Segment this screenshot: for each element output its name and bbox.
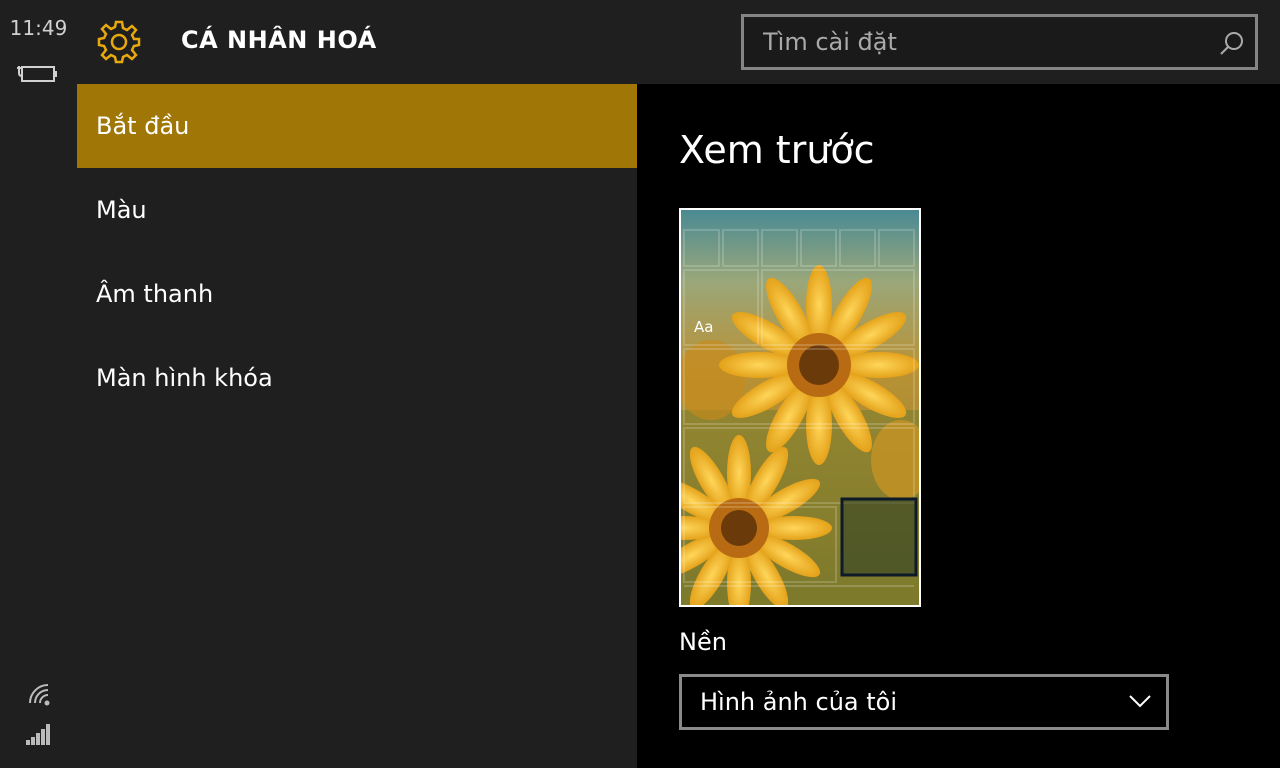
sidebar-item-sounds[interactable]: Âm thanh bbox=[77, 252, 637, 336]
battery-charging-icon bbox=[16, 63, 58, 89]
preview-tile-text: Aa bbox=[694, 318, 714, 336]
page-title: CÁ NHÂN HOÁ bbox=[181, 26, 377, 54]
chevron-down-icon bbox=[1128, 693, 1152, 713]
clock: 11:49 bbox=[9, 16, 68, 40]
cellular-signal-icon bbox=[25, 722, 53, 750]
status-bar: 11:49 bbox=[0, 0, 77, 768]
sidebar-nav: Bắt đầu Màu Âm thanh Màn hình khóa bbox=[77, 84, 637, 768]
sidebar-item-colors[interactable]: Màu bbox=[77, 168, 637, 252]
search-icon[interactable] bbox=[1219, 30, 1245, 60]
gear-icon bbox=[96, 19, 142, 69]
background-select-value: Hình ảnh của tôi bbox=[700, 688, 898, 716]
background-label: Nền bbox=[679, 628, 727, 656]
search-input[interactable] bbox=[744, 17, 1204, 67]
start-preview-image: Aa bbox=[679, 208, 921, 607]
preview-heading: Xem trước bbox=[679, 128, 875, 172]
background-select[interactable]: Hình ảnh của tôi bbox=[679, 674, 1169, 730]
sidebar-item-start[interactable]: Bắt đầu bbox=[77, 84, 637, 168]
settings-header: CÁ NHÂN HOÁ bbox=[77, 0, 1280, 84]
sidebar-item-lock-screen[interactable]: Màn hình khóa bbox=[77, 336, 637, 420]
content-pane: Xem trước Aa Nền Hình ảnh của tôi bbox=[637, 84, 1280, 768]
wifi-icon bbox=[27, 683, 53, 711]
search-box[interactable] bbox=[741, 14, 1258, 70]
